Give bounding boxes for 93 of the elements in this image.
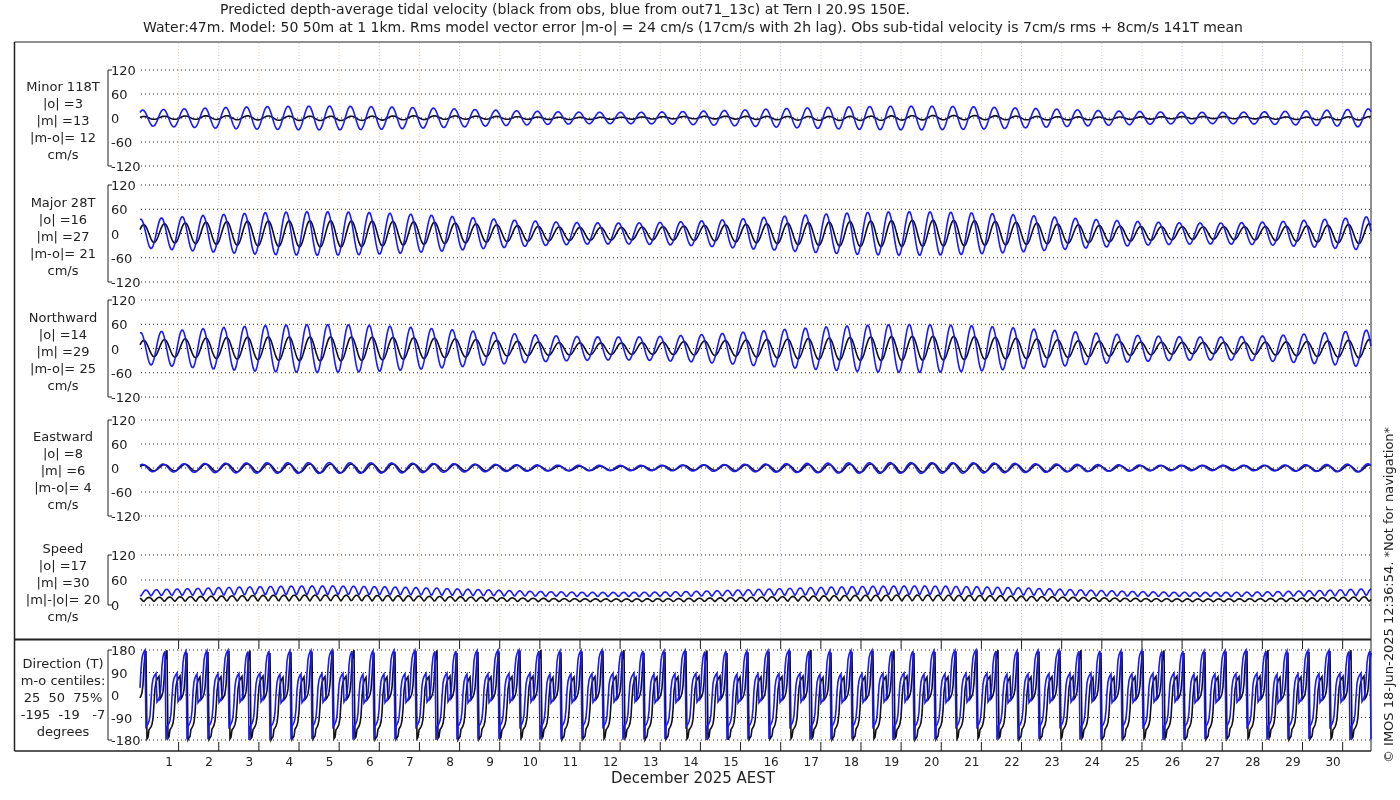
panel-label: |m-o|= 12 [30, 130, 96, 145]
panel-label: |m| =13 [36, 113, 90, 128]
panel-label: |m| =30 [36, 575, 90, 590]
panel-label: Speed [42, 541, 84, 556]
y-tick-label: 60 [111, 87, 128, 102]
panel-label: |o| =16 [38, 211, 88, 227]
x-tick-label: 1 [165, 755, 173, 769]
y-tick-label: 120 [111, 413, 136, 428]
x-tick-label: 29 [1285, 755, 1301, 769]
x-tick-label: 7 [406, 755, 414, 769]
x-tick-label: 19 [883, 755, 900, 769]
x-tick-label: 13 [643, 755, 659, 769]
y-tick-label: 120 [111, 178, 136, 193]
y-tick-label: 60 [111, 437, 128, 452]
y-tick-label: -120 [111, 275, 141, 290]
x-tick-label: 4 [285, 755, 294, 769]
y-tick-label: 0 [111, 226, 120, 242]
y-tick-label: 60 [111, 202, 128, 218]
panel-label: |m-o|= 21 [30, 245, 96, 261]
x-tick-label: 11 [562, 755, 579, 769]
panel-label: |m-o|= 4 [34, 480, 92, 495]
x-tick-label: 24 [1084, 755, 1100, 769]
panel-label: cm/s [47, 262, 79, 278]
x-tick-label: 12 [602, 755, 619, 769]
panel-label: |o| =3 [43, 96, 83, 111]
panel-label: cm/s [47, 377, 79, 393]
panel-label: cm/s [47, 147, 79, 162]
panel-label: |m|-|o|= 20 [25, 592, 101, 607]
y-tick-label: -120 [111, 509, 141, 524]
x-tick-label: 27 [1205, 755, 1221, 769]
panel-label: Eastward [33, 429, 93, 444]
y-tick-label: 180 [111, 643, 136, 658]
panel-label: |o| =17 [38, 558, 88, 573]
x-tick-label: 5 [325, 755, 334, 769]
x-tick-label: 15 [723, 755, 739, 769]
y-tick-label: 120 [111, 548, 136, 563]
panel-label: |m| =27 [36, 228, 90, 244]
x-tick-label: 2 [205, 755, 213, 769]
y-tick-label: -60 [111, 485, 133, 500]
chart-subtitle: Water:47m. Model: 50 50m at 1 1km. Rms model vector error |m-o| = 24 cm/s (17cm/s with 2h lag). Obs sub-tidal velocity is 7cm/s rms + 8cm/s 141T mean [143, 19, 1243, 35]
x-tick-label: 9 [486, 755, 494, 769]
y-tick-label: -60 [111, 365, 133, 381]
x-tick-label: 17 [803, 755, 819, 769]
x-tick-label: 14 [683, 755, 699, 769]
panel-label: cm/s [47, 609, 79, 624]
y-tick-label: 90 [111, 665, 128, 681]
x-tick-label: 16 [763, 755, 779, 769]
y-axis [107, 554, 113, 606]
panel-label: Major 28T [30, 194, 96, 210]
chart-title: Predicted depth-average tidal velocity (black from obs, blue from out71_13c) at Tern I 20.9S 150E. [220, 1, 910, 17]
x-tick-label: 10 [522, 755, 538, 769]
copyright-note: © IMOS 18-Jun-2025 12:36:54. *Not for navigation* [1381, 426, 1396, 764]
x-tick-label: 21 [964, 755, 980, 769]
y-tick-label: -60 [111, 135, 133, 150]
panel-label: Direction (T) [22, 656, 104, 671]
y-tick-label: -90 [111, 710, 133, 726]
x-tick-label: 6 [365, 755, 374, 769]
x-tick-label: 8 [446, 755, 454, 769]
y-tick-label: 0 [111, 111, 120, 126]
x-tick-label: 26 [1164, 755, 1181, 769]
x-tick-label: 28 [1245, 755, 1261, 769]
x-tick-label: 25 [1124, 755, 1140, 769]
panel-label: |o| =8 [43, 446, 83, 461]
x-tick-label: 23 [1044, 755, 1060, 769]
y-tick-label: 60 [111, 573, 128, 588]
y-tick-label: 120 [111, 293, 136, 308]
panel-label: Northward [28, 309, 98, 325]
y-tick-label: 0 [111, 461, 120, 476]
panel-label: |o| =14 [38, 326, 88, 342]
x-tick-label: 18 [843, 755, 859, 769]
panel-label: 25 50 75% [23, 690, 103, 705]
y-tick-label: -60 [111, 250, 133, 266]
y-tick-label: 0 [111, 341, 120, 357]
panel-label: cm/s [47, 497, 79, 512]
y-tick-label: 0 [111, 598, 120, 613]
y-tick-label: 0 [111, 688, 120, 703]
x-axis-label: December 2025 AEST [611, 769, 775, 787]
y-tick-label: 120 [111, 63, 136, 78]
panel-label: m-o centiles: [20, 673, 106, 688]
panel-label: Minor 118T [26, 79, 100, 94]
panel-label: |m-o|= 25 [30, 360, 96, 376]
x-tick-label: 22 [1004, 755, 1020, 769]
panel-label: -195 -19 -7 [20, 707, 106, 722]
x-tick-label: 3 [245, 755, 254, 769]
panel-label: |m| =6 [40, 463, 86, 478]
y-tick-label: -180 [111, 733, 141, 748]
x-tick-label: 30 [1325, 755, 1341, 769]
y-tick-label: -120 [111, 159, 141, 174]
panel-label: degrees [36, 724, 90, 739]
x-tick-label: 20 [924, 755, 940, 769]
y-tick-label: 60 [111, 317, 128, 333]
y-tick-label: -120 [111, 390, 141, 405]
panel-label: |m| =29 [36, 343, 90, 359]
